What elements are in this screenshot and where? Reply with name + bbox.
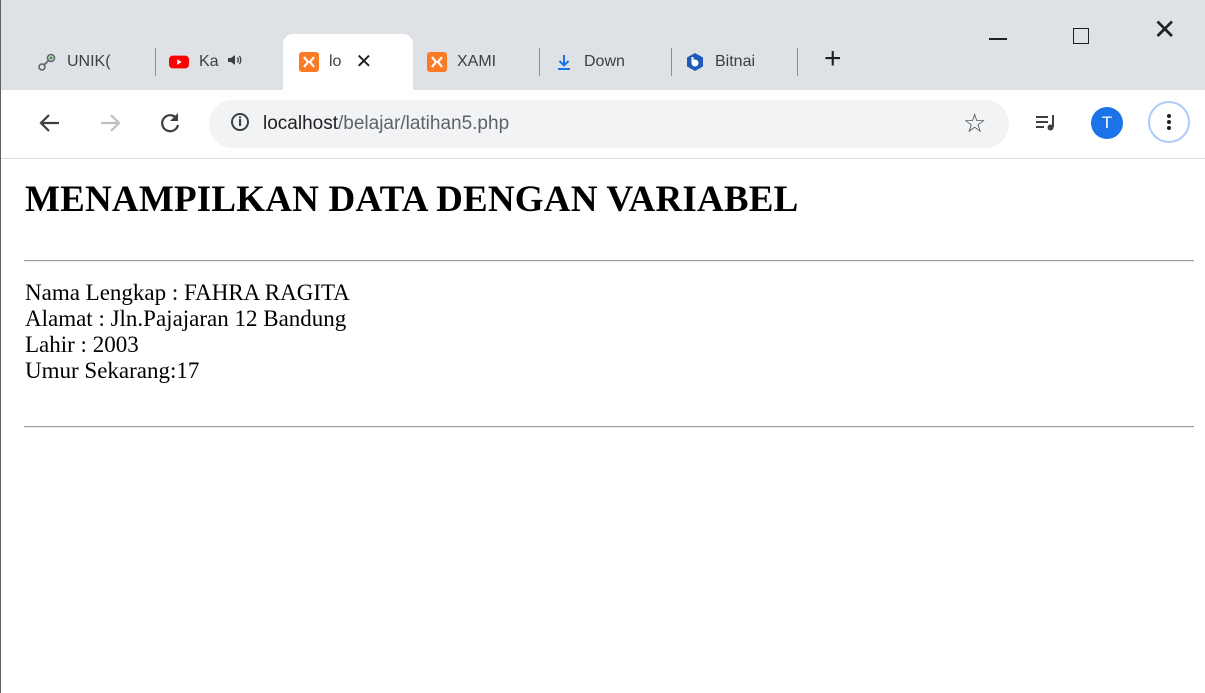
- xampp-icon: [299, 52, 319, 72]
- media-controls-icon[interactable]: [1035, 112, 1059, 139]
- tab-bitnami[interactable]: Bitnai: [685, 34, 789, 90]
- tab-youtube[interactable]: Ka: [169, 34, 269, 90]
- tab-label: lo: [329, 53, 342, 70]
- tab-label: UNIK(: [67, 53, 111, 70]
- forward-button[interactable]: [97, 110, 123, 140]
- line-umur: Umur Sekarang:17: [25, 358, 200, 383]
- tab-label: XAMI: [457, 53, 497, 70]
- url-host: localhost: [263, 113, 338, 134]
- reload-icon: [161, 113, 180, 133]
- download-icon: [554, 52, 574, 72]
- youtube-icon: [169, 52, 189, 72]
- horizontal-rule: [24, 426, 1194, 428]
- tab-strip: UNIK( Ka lo ✕ XAMI Down Bitnai + ✕: [1, 0, 1205, 90]
- link-icon: [37, 52, 57, 72]
- tab-separator: [797, 48, 798, 76]
- line-nama: Nama Lengkap : FAHRA RAGITA: [25, 280, 350, 305]
- xampp-icon: [427, 52, 447, 72]
- tab-download[interactable]: Down: [554, 34, 664, 90]
- tab-separator: [671, 48, 672, 76]
- url-text[interactable]: localhost/belajar/latihan5.php: [263, 113, 509, 135]
- close-icon[interactable]: ✕: [355, 52, 372, 72]
- minimize-button[interactable]: [989, 38, 1007, 40]
- tab-separator: [155, 48, 156, 76]
- browser-toolbar: i localhost/belajar/latihan5.php ☆ T: [1, 90, 1205, 159]
- line-lahir: Lahir : 2003: [25, 332, 139, 357]
- tab-localhost[interactable]: lo ✕: [283, 34, 413, 90]
- reload-button[interactable]: [157, 110, 183, 140]
- tab-separator: [539, 48, 540, 76]
- address-bar[interactable]: i localhost/belajar/latihan5.php ☆: [209, 100, 1009, 148]
- horizontal-rule: [24, 260, 1194, 262]
- kebab-menu-icon[interactable]: [1148, 101, 1190, 143]
- tab-xampp[interactable]: XAMI: [427, 34, 531, 90]
- profile-avatar[interactable]: T: [1091, 107, 1123, 139]
- page-content: MENAMPILKAN DATA DENGAN VARIABEL Nama Le…: [1, 159, 1205, 693]
- bitnami-icon: [685, 52, 705, 72]
- browser-window: UNIK( Ka lo ✕ XAMI Down Bitnai + ✕ i loc…: [0, 0, 1205, 693]
- bookmark-star-icon[interactable]: ☆: [963, 108, 986, 138]
- data-lines: Nama Lengkap : FAHRA RAGITA Alamat : Jln…: [25, 280, 350, 384]
- back-button[interactable]: [37, 110, 63, 140]
- back-arrow-icon: [39, 114, 59, 132]
- info-icon[interactable]: i: [231, 113, 249, 131]
- speaker-icon[interactable]: [227, 53, 245, 72]
- tab-label: Bitnai: [715, 53, 756, 70]
- forward-arrow-icon: [101, 114, 121, 132]
- tab-label: Down: [584, 53, 625, 70]
- close-window-button[interactable]: ✕: [1153, 16, 1176, 44]
- new-tab-button[interactable]: +: [824, 44, 842, 74]
- tab-label: Ka: [199, 53, 219, 70]
- page-heading: MENAMPILKAN DATA DENGAN VARIABEL: [25, 179, 799, 220]
- tab-unik[interactable]: UNIK(: [37, 34, 149, 90]
- url-path: /belajar/latihan5.php: [338, 113, 510, 134]
- line-alamat: Alamat : Jln.Pajajaran 12 Bandung: [25, 306, 347, 331]
- maximize-button[interactable]: [1073, 28, 1089, 44]
